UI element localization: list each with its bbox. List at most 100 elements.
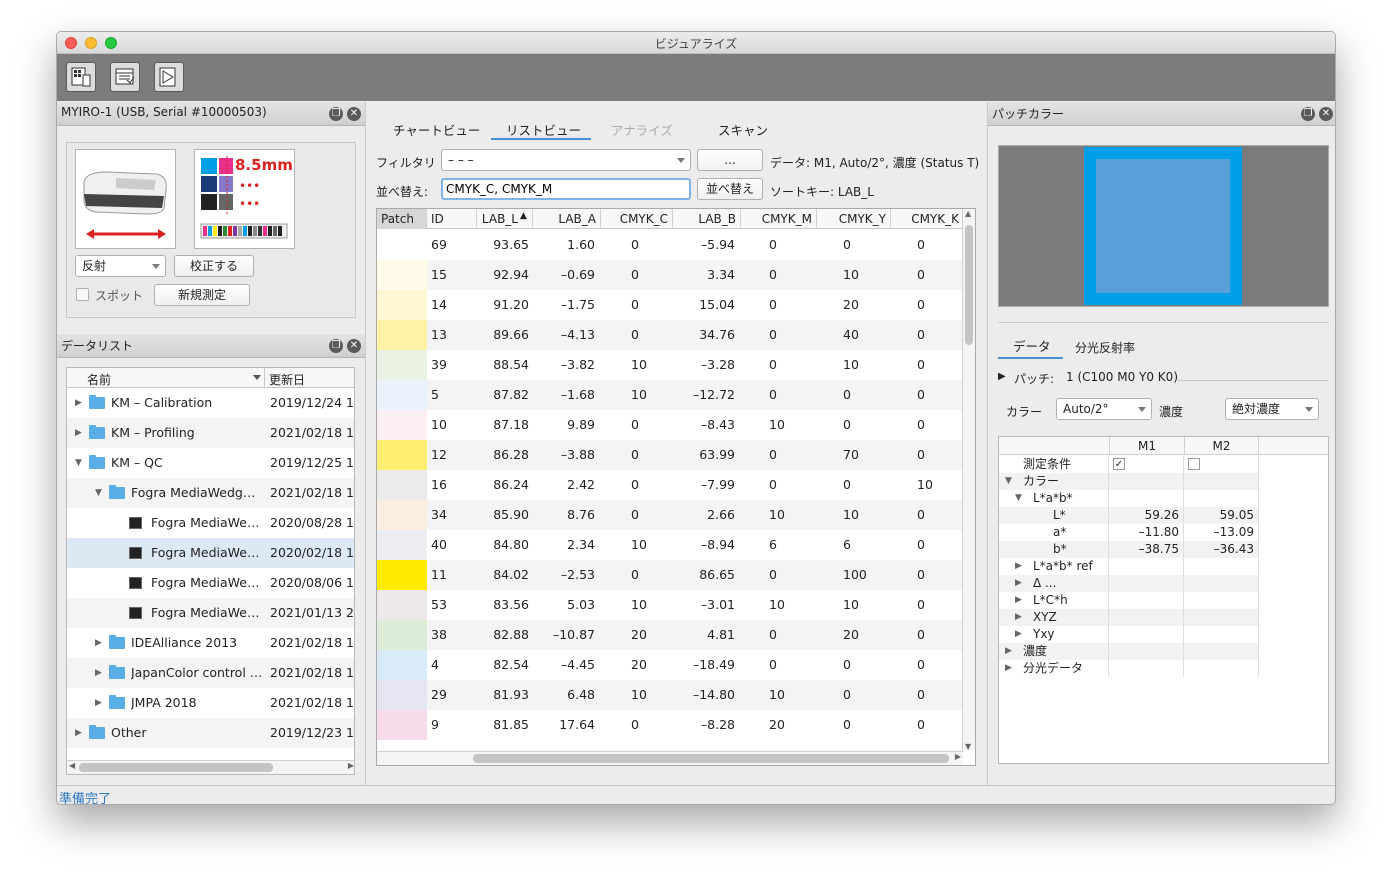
property-row[interactable]: ▶ Yxy: [999, 626, 1259, 643]
disclosure-closed-icon[interactable]: ▶: [95, 628, 105, 658]
expand-arrow-icon[interactable]: ▶: [998, 371, 1006, 382]
col-cmyk-c[interactable]: CMYK_C: [601, 209, 673, 229]
chart-button[interactable]: [154, 62, 184, 92]
col-lab-b[interactable]: LAB_B: [673, 209, 741, 229]
disclosure-open-icon[interactable]: ▼: [95, 478, 105, 508]
tree-item[interactable]: Fogra MediaWed... 2020/08/28 1: [67, 508, 354, 538]
table-row[interactable]: 39 88.54 –3.82 10 –3.28 0 10 0: [377, 350, 963, 380]
property-row[interactable]: b* –38.75 –36.43: [999, 541, 1259, 558]
tree-hscrollbar[interactable]: ◀ ▶: [67, 760, 354, 774]
property-row[interactable]: ▼ L*a*b*: [999, 490, 1259, 507]
col-cmyk-m[interactable]: CMYK_M: [741, 209, 817, 229]
table-hscroll-thumb[interactable]: [473, 754, 949, 763]
tab-data[interactable]: データ: [1013, 336, 1051, 355]
col-patch[interactable]: Patch: [377, 209, 427, 229]
new-measure-button[interactable]: 新規測定: [154, 284, 250, 306]
table-row[interactable]: 40 84.80 2.34 10 –8.94 6 6 0: [377, 530, 963, 560]
table-row[interactable]: 69 93.65 1.60 0 –5.94 0 0 0: [377, 230, 963, 260]
sort-input[interactable]: [441, 178, 691, 200]
active-tab-indicator: [491, 138, 591, 140]
list-button[interactable]: [110, 62, 140, 92]
disclosure-closed-icon[interactable]: ▶: [75, 388, 85, 418]
disclosure-closed-icon[interactable]: ▶: [75, 418, 85, 448]
table-row[interactable]: 29 81.93 6.48 10 –14.80 10 0 0: [377, 680, 963, 710]
filter-select[interactable]: – – –: [441, 149, 691, 171]
tab-scan[interactable]: スキャン: [718, 120, 768, 139]
tab-list-view[interactable]: リストビュー: [506, 120, 581, 139]
table-row[interactable]: 16 86.24 2.42 0 –7.99 0 0 10: [377, 470, 963, 500]
tree-item[interactable]: ▶ KM – Profiling 2021/02/18 1: [67, 418, 354, 448]
table-row[interactable]: 12 86.28 –3.88 0 63.99 0 70 0: [377, 440, 963, 470]
tree-hscroll-thumb[interactable]: [79, 763, 273, 772]
col-lab-a[interactable]: LAB_A: [533, 209, 601, 229]
calibrate-button[interactable]: 校正する: [174, 255, 254, 277]
table-row[interactable]: 14 91.20 –1.75 0 15.04 0 20 0: [377, 290, 963, 320]
tree-item[interactable]: ▼ KM – QC 2019/12/25 1: [67, 448, 354, 478]
spot-checkbox[interactable]: [76, 288, 89, 301]
property-row[interactable]: ▶ 濃度: [999, 643, 1259, 660]
tree-item[interactable]: Fogra MediaWed... 2020/02/18 1: [67, 538, 354, 568]
table-row[interactable]: 10 87.18 9.89 0 –8.43 10 0 0: [377, 410, 963, 440]
tree-item[interactable]: ▶ JMPA 2018 2021/02/18 1: [67, 688, 354, 718]
svg-text:•••: •••: [239, 197, 260, 211]
table-row[interactable]: 11 84.02 –2.53 0 86.65 0 100 0: [377, 560, 963, 590]
table-row[interactable]: 5 87.82 –1.68 10 –12.72 0 0 0: [377, 380, 963, 410]
check-icon[interactable]: [1188, 458, 1200, 470]
tree-item[interactable]: ▶ KM – Calibration 2019/12/24 1: [67, 388, 354, 418]
tree-item[interactable]: ▶ Other 2019/12/23 1: [67, 718, 354, 748]
tab-analyze[interactable]: アナライズ: [611, 120, 673, 139]
table-cell: 0: [843, 477, 851, 492]
restore-panel-icon[interactable]: ❐: [329, 107, 343, 121]
table-row[interactable]: 15 92.94 –0.69 0 3.34 0 10 0: [377, 260, 963, 290]
col-name-header[interactable]: 名前: [87, 371, 111, 388]
table-row[interactable]: 53 83.56 5.03 10 –3.01 10 10 0: [377, 590, 963, 620]
disclosure-closed-icon[interactable]: ▶: [75, 718, 85, 748]
close-panel-icon[interactable]: ✕: [347, 339, 361, 353]
tab-chart-view[interactable]: チャートビュー: [393, 120, 480, 139]
table-vscroll-thumb[interactable]: [965, 225, 973, 345]
restore-panel-icon[interactable]: ❐: [1301, 107, 1315, 121]
col-date-header[interactable]: 更新日: [269, 371, 305, 388]
table-row[interactable]: 9 81.85 17.64 0 –8.28 20 0 0: [377, 710, 963, 740]
property-row[interactable]: ▶ L*a*b* ref: [999, 558, 1259, 575]
table-vscrollbar[interactable]: ▲ ▼: [962, 209, 975, 751]
table-row[interactable]: 4 82.54 –4.45 20 –18.49 0 0 0: [377, 650, 963, 680]
property-row[interactable]: ▶ 分光データ: [999, 660, 1259, 677]
density-select[interactable]: 絶対濃度: [1225, 398, 1319, 420]
property-row[interactable]: ▼ カラー: [999, 473, 1259, 490]
table-row[interactable]: 13 89.66 –4.13 0 34.76 0 40 0: [377, 320, 963, 350]
table-cell: 0: [917, 237, 925, 252]
disclosure-closed-icon[interactable]: ▶: [95, 658, 105, 688]
tree-item[interactable]: ▼ Fogra MediaWedge ... 2021/02/18 1: [67, 478, 354, 508]
mode-select[interactable]: 反射: [75, 255, 166, 277]
tree-item[interactable]: Fogra MediaWed... 2020/08/06 1: [67, 568, 354, 598]
property-row[interactable]: 測定条件 ✓: [999, 456, 1259, 473]
disclosure-closed-icon[interactable]: ▶: [95, 688, 105, 718]
property-row[interactable]: ▶ Δ ...: [999, 575, 1259, 592]
property-row[interactable]: L* 59.26 59.05: [999, 507, 1259, 524]
sort-button[interactable]: 並べ替え: [697, 178, 763, 200]
center-panel: チャートビュー リストビュー アナライズ スキャン フィルタリ – – – ..…: [366, 102, 986, 785]
tree-item[interactable]: ▶ JapanColor control s... 2021/02/18 1: [67, 658, 354, 688]
close-panel-icon[interactable]: ✕: [1319, 107, 1333, 121]
disclosure-open-icon[interactable]: ▼: [75, 448, 85, 478]
col-cmyk-k[interactable]: CMYK_K: [891, 209, 963, 229]
device-button[interactable]: [66, 62, 96, 92]
tree-item[interactable]: ▶ IDEAlliance 2013 2021/02/18 1: [67, 628, 354, 658]
table-row[interactable]: 34 85.90 8.76 0 2.66 10 10 0: [377, 500, 963, 530]
table-row[interactable]: 38 82.88 –10.87 20 4.81 0 20 0: [377, 620, 963, 650]
property-row[interactable]: ▶ XYZ: [999, 609, 1259, 626]
tree-item-date: 2021/02/18 1: [270, 485, 354, 500]
check-icon[interactable]: ✓: [1113, 458, 1125, 470]
filter-more-button[interactable]: ...: [697, 149, 763, 171]
restore-panel-icon[interactable]: ❐: [329, 339, 343, 353]
tree-item[interactable]: Fogra MediaWed... 2021/01/13 2: [67, 598, 354, 628]
property-row[interactable]: a* –11.80 –13.09: [999, 524, 1259, 541]
tab-spectral[interactable]: 分光反射率: [1075, 339, 1135, 356]
color-select[interactable]: Auto/2°: [1056, 398, 1152, 420]
property-row[interactable]: ▶ L*C*h: [999, 592, 1259, 609]
col-id[interactable]: ID: [427, 209, 477, 229]
close-panel-icon[interactable]: ✕: [347, 107, 361, 121]
col-cmyk-y[interactable]: CMYK_Y: [817, 209, 891, 229]
table-hscrollbar[interactable]: ▶: [377, 751, 963, 765]
